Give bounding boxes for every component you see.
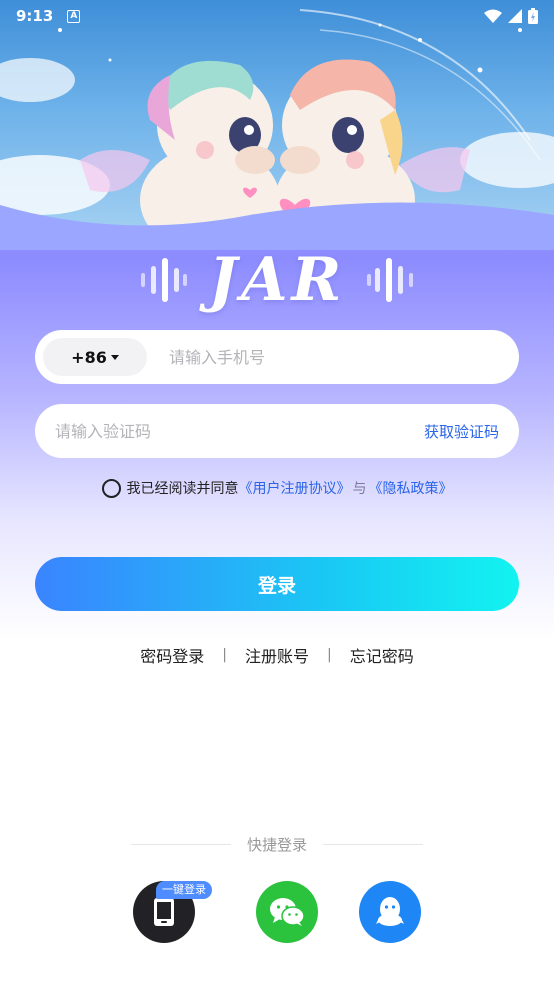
wechat-login-button[interactable] — [256, 881, 318, 943]
app-logo: JAR — [0, 240, 554, 320]
one-tap-badge: 一键登录 — [156, 881, 212, 899]
soundwave-right-icon — [367, 258, 414, 302]
logo-text: JAR — [208, 245, 346, 315]
phone-icon — [154, 898, 174, 926]
divider — [130, 843, 231, 845]
agreement-row: 我已经阅读并同意 《用户注册协议》 与 《隐私政策》 — [0, 476, 554, 500]
get-code-button[interactable]: 获取验证码 — [424, 421, 499, 442]
agreement-and: 与 — [352, 481, 367, 497]
privacy-policy-link[interactable]: 《隐私政策》 — [369, 478, 453, 498]
qq-icon — [376, 897, 404, 926]
login-button[interactable]: 登录 — [35, 557, 519, 611]
register-link[interactable]: 注册账号 — [245, 643, 309, 667]
quick-login-header: 快捷登录 — [0, 832, 554, 856]
phone-input[interactable] — [169, 330, 519, 384]
soundwave-left-icon — [140, 258, 187, 302]
verification-code-field: 获取验证码 — [35, 404, 519, 458]
status-time: 9:13 — [16, 7, 54, 25]
agreement-prefix: 我已经阅读并同意 — [126, 481, 239, 497]
battery-icon — [528, 8, 538, 24]
caret-down-icon — [110, 354, 119, 360]
forgot-password-link[interactable]: 忘记密码 — [350, 643, 414, 667]
qq-login-button[interactable] — [359, 881, 421, 943]
status-bar: 9:13 A — [0, 0, 554, 32]
link-separator: | — [327, 647, 332, 663]
password-login-link[interactable]: 密码登录 — [140, 643, 204, 667]
status-icons — [484, 8, 538, 24]
divider — [323, 843, 423, 845]
wechat-icon — [270, 898, 305, 926]
hero-illustration — [0, 0, 554, 250]
secondary-links: 密码登录 | 注册账号 | 忘记密码 — [0, 642, 554, 668]
wifi-icon — [484, 9, 502, 23]
link-separator: | — [222, 647, 227, 663]
phone-field: +86 — [35, 330, 519, 384]
signal-icon — [508, 9, 522, 23]
agreement-checkbox[interactable] — [101, 478, 121, 498]
notification-a-icon: A — [67, 9, 81, 23]
quick-login-title: 快捷登录 — [246, 835, 307, 854]
country-code-selector[interactable]: +86 — [43, 338, 147, 376]
user-agreement-link[interactable]: 《用户注册协议》 — [239, 478, 351, 498]
verification-code-input[interactable] — [55, 404, 424, 458]
country-code-label: +86 — [71, 347, 107, 367]
